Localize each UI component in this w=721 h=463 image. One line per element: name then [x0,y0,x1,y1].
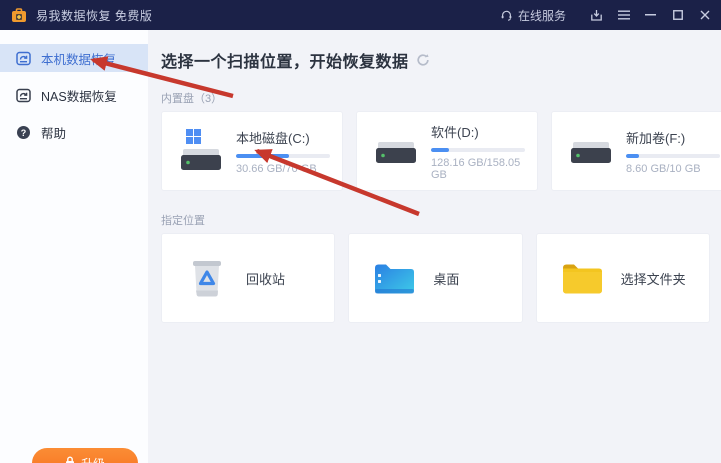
refresh-icon[interactable] [416,53,430,67]
sidebar-item-label: 本机数据恢复 [41,49,116,68]
location-card-choose-folder[interactable]: 选择文件夹 [536,233,710,323]
drive-usage-text: 128.16 GB/158.05 GB [431,157,525,181]
upgrade-button[interactable]: 升级 [32,448,138,463]
svg-text:?: ? [20,127,26,137]
location-grid: 回收站 桌面 [161,233,710,323]
drive-card-c[interactable]: 本地磁盘(C:) 30.66 GB/70 GB [161,111,343,191]
sidebar-item-label: 帮助 [41,123,66,142]
app-window: 易我数据恢复 免费版 在线服务 [0,0,721,463]
drive-d-icon [374,128,418,174]
lock-icon [65,456,75,463]
drive-c-icon [179,128,223,174]
location-card-recycle-bin[interactable]: 回收站 [161,233,335,323]
drive-card-f[interactable]: 新加卷(F:) 8.60 GB/10 GB [551,111,721,191]
drive-f-icon [569,128,613,174]
location-name: 回收站 [246,269,285,288]
builtin-drive-grid: 本地磁盘(C:) 30.66 GB/70 GB 软件( [161,111,710,191]
drive-usage-bar [626,154,720,158]
sidebar: 本机数据恢复 NAS数据恢复 ? [0,30,148,463]
main-content: 选择一个扫描位置，开始恢复数据 内置盘（3） [148,30,721,463]
help-icon: ? [15,124,31,140]
online-service-label: 在线服务 [518,7,566,24]
minimize-button[interactable] [637,0,664,30]
drive-usage-text: 8.60 GB/10 GB [626,163,720,175]
location-name: 选择文件夹 [621,269,686,288]
drive-name: 软件(D:) [431,122,525,141]
drive-name: 本地磁盘(C:) [236,128,330,147]
recycle-bin-icon [186,257,228,299]
drive-usage-bar [236,154,330,158]
app-title: 易我数据恢复 免费版 [36,7,152,24]
upgrade-label: 升级 [81,455,105,463]
drive-name: 新加卷(F:) [626,128,720,147]
download-button[interactable] [583,0,610,30]
titlebar: 易我数据恢复 免费版 在线服务 [0,0,721,30]
local-recovery-icon [15,50,31,66]
section-label-location: 指定位置 [161,212,710,228]
windows-logo-icon [186,129,201,144]
sidebar-item-local-recovery[interactable]: 本机数据恢复 [0,44,148,72]
drive-card-d[interactable]: 软件(D:) 128.16 GB/158.05 GB [356,111,538,191]
page-title: 选择一个扫描位置，开始恢复数据 [161,48,409,72]
sidebar-item-label: NAS数据恢复 [41,86,117,105]
close-button[interactable] [691,0,718,30]
sidebar-item-nas-recovery[interactable]: NAS数据恢复 [0,81,148,109]
sidebar-item-help[interactable]: ? 帮助 [0,118,148,146]
desktop-folder-icon [373,257,415,299]
drive-usage-bar [431,148,525,152]
location-name: 桌面 [433,269,459,288]
location-card-desktop[interactable]: 桌面 [348,233,522,323]
nas-recovery-icon [15,87,31,103]
online-service-button[interactable]: 在线服务 [491,0,575,30]
app-logo-icon [11,7,27,23]
maximize-button[interactable] [664,0,691,30]
choose-folder-icon [561,257,603,299]
menu-button[interactable] [610,0,637,30]
drive-usage-text: 30.66 GB/70 GB [236,163,330,175]
headset-icon [500,9,513,22]
section-label-builtin: 内置盘（3） [161,90,710,106]
